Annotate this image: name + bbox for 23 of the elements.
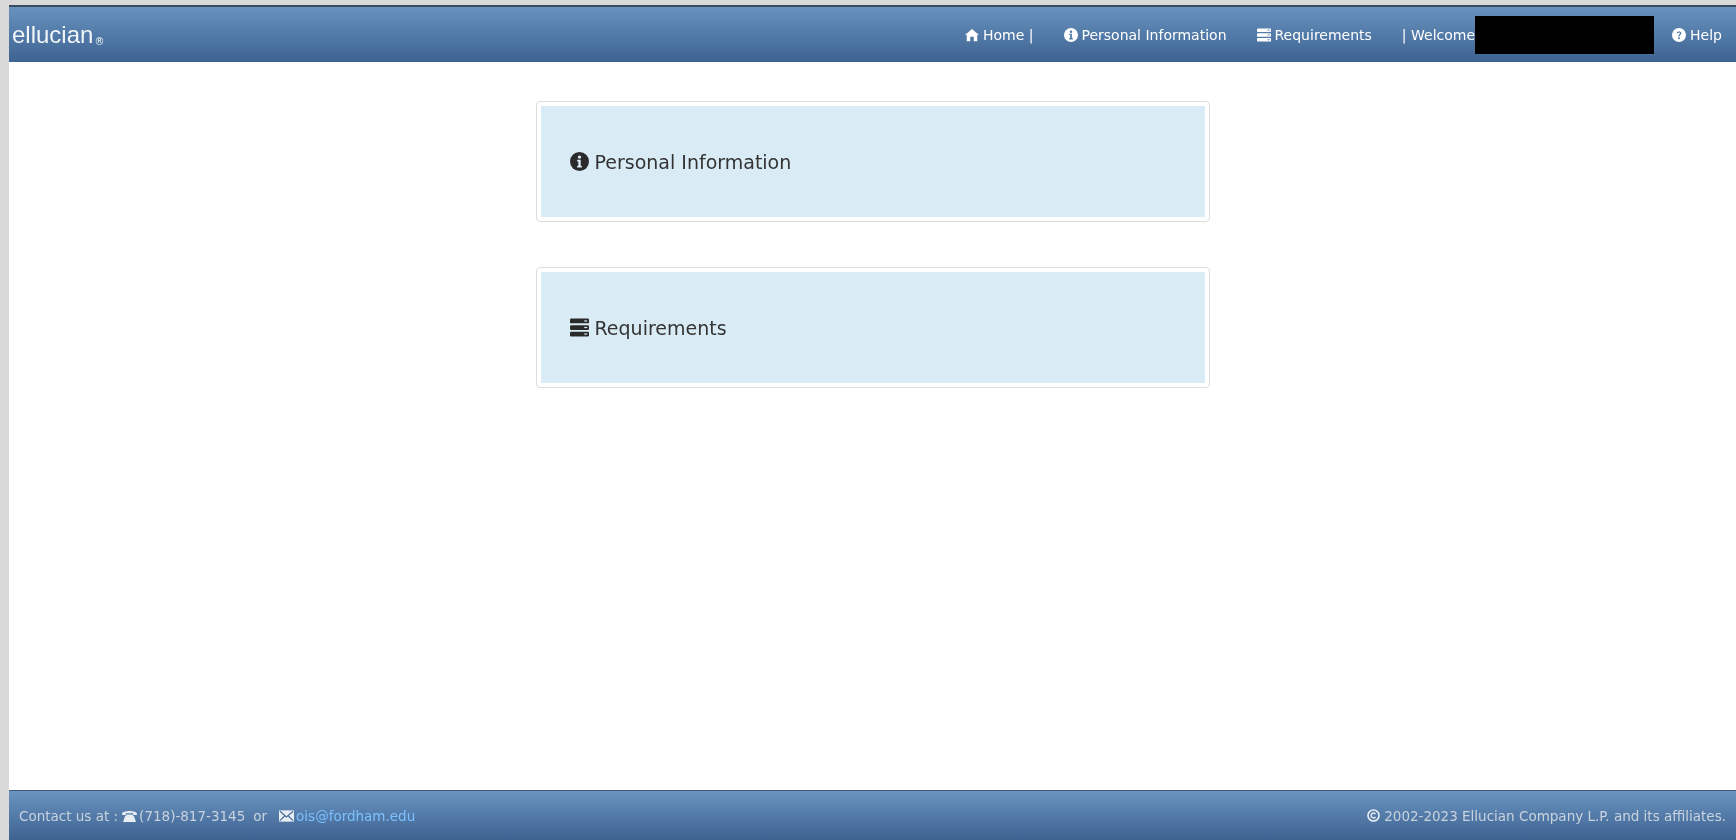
info-icon xyxy=(569,152,589,171)
server-icon xyxy=(1256,27,1271,42)
welcome-text: | Welcome xyxy=(1401,26,1476,43)
home-icon xyxy=(965,27,979,42)
copyright-icon xyxy=(1367,809,1381,822)
menu-card[interactable]: Personal Information xyxy=(540,106,1205,217)
nav-link[interactable]: Requirements xyxy=(1256,26,1372,43)
help-icon xyxy=(1672,27,1687,42)
phone-icon xyxy=(122,809,138,822)
info-icon xyxy=(1063,27,1078,42)
server-icon xyxy=(569,318,589,337)
email-link[interactable]: ois@fordham.edu xyxy=(296,807,416,824)
registered-mark: ® xyxy=(94,35,105,47)
copyright-text: 2002-2023 Ellucian Company L.P. and its affiliates. xyxy=(1384,807,1726,824)
logo-text: ellucian xyxy=(12,22,94,47)
help-link[interactable]: Help xyxy=(1672,26,1722,43)
or-text: or xyxy=(253,807,268,824)
envelope-icon xyxy=(279,809,295,822)
nav-link[interactable]: Home | xyxy=(965,26,1034,43)
nav-link[interactable]: Personal Information xyxy=(1063,26,1227,43)
menu-card[interactable]: Requirements xyxy=(540,272,1205,383)
contact-label: Contact us at : xyxy=(19,807,119,824)
phone-number: (718)-817-3145 xyxy=(139,807,246,824)
